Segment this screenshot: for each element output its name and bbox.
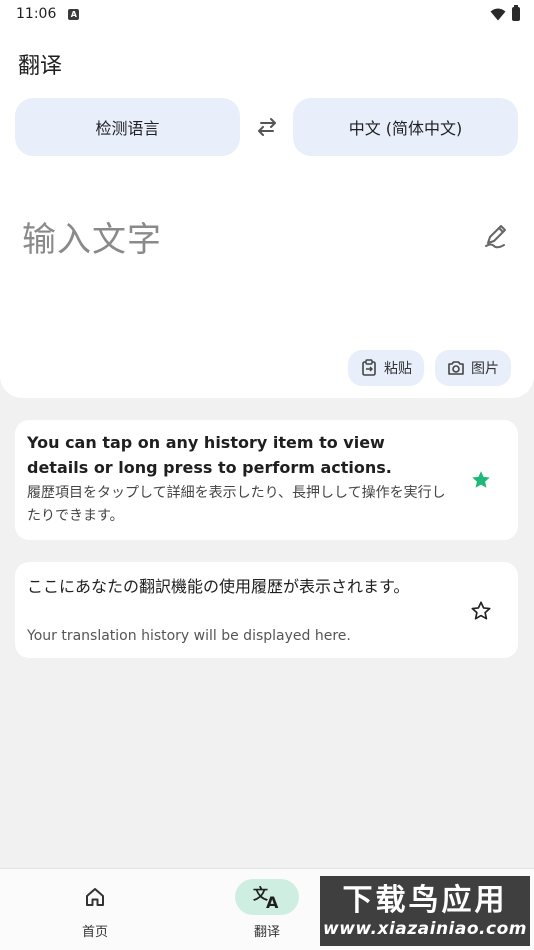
a-icon: A: [68, 8, 80, 20]
nav-home-icon-wrap: [63, 879, 127, 915]
nav-item-translate[interactable]: 文 A 翻译: [207, 869, 327, 950]
history-card-title: You can tap on any history item to view …: [27, 433, 392, 477]
watermark-url: www.xiazainiao.com: [323, 919, 527, 939]
app-title: 翻译: [18, 54, 63, 79]
paste-label: 粘贴: [384, 361, 412, 377]
text-input[interactable]: 输入文字: [22, 212, 162, 261]
history-card[interactable]: ここにあなたの翻訳機能の使用履歴が表示されます。 Your translatio…: [15, 562, 518, 658]
nav-home-label: 首页: [81, 925, 108, 940]
image-label: 图片: [471, 361, 499, 377]
svg-text:A: A: [266, 893, 279, 910]
star-outline-icon[interactable]: [470, 600, 492, 622]
handwriting-icon[interactable]: [482, 221, 510, 249]
history-card-subtitle: 履歴項目をタップして詳細を表示したり、長押しして操作を実行したりできます。: [27, 485, 446, 524]
status-icons: [490, 5, 520, 21]
target-language-label: 中文 (简体中文): [348, 119, 463, 138]
source-language-button[interactable]: 检测语言: [15, 98, 240, 156]
top-panel: 11:06 A 翻译 检测语言 中文 (简体中文) 输入文字 粘贴 图片: [0, 0, 534, 398]
image-button[interactable]: 图片: [435, 350, 511, 386]
star-filled-icon[interactable]: [470, 469, 492, 491]
camera-icon: [448, 361, 464, 375]
swap-icon[interactable]: [256, 117, 278, 137]
history-card-title: ここにあなたの翻訳機能の使用履歴が表示されます。: [27, 577, 410, 596]
home-icon: [86, 888, 104, 906]
paste-button[interactable]: 粘贴: [348, 350, 424, 386]
source-language-label: 检测语言: [95, 119, 160, 138]
nav-item-home[interactable]: 首页: [35, 869, 155, 950]
nav-translate-icon-wrap: 文 A: [235, 879, 299, 915]
translate-icon: 文 A: [253, 885, 279, 910]
status-bar: 11:06 A: [0, 0, 534, 28]
nav-translate-label: 翻译: [253, 925, 280, 940]
status-time: 11:06: [16, 6, 57, 22]
clipboard-icon: [362, 359, 376, 376]
history-card-subtitle: Your translation history will be display…: [27, 628, 351, 644]
battery-icon: [512, 5, 520, 21]
wifi-icon: [490, 8, 506, 20]
watermark: 下载鸟应用 www.xiazainiao.com: [320, 876, 530, 946]
watermark-brand: 下载鸟应用: [342, 883, 508, 918]
target-language-button[interactable]: 中文 (简体中文): [293, 98, 518, 156]
history-card[interactable]: You can tap on any history item to view …: [15, 420, 518, 540]
